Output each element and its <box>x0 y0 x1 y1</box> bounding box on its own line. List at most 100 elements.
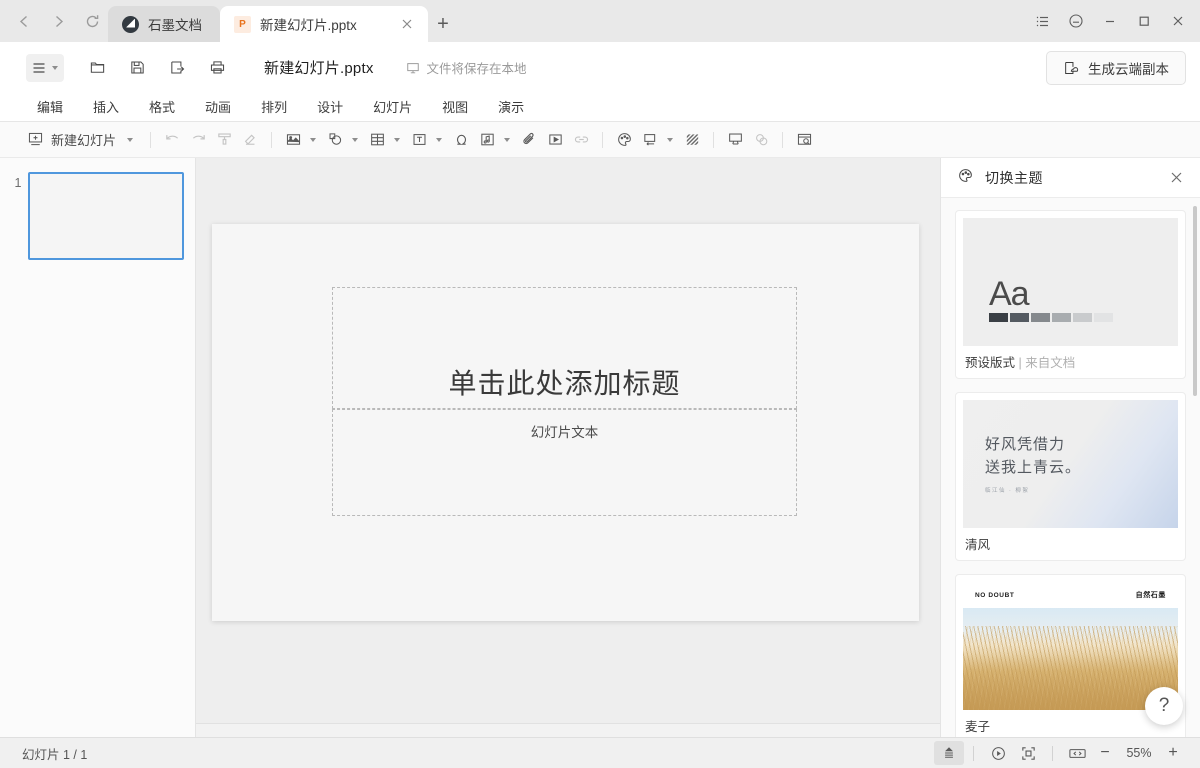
theme-sample-text: Aa <box>989 279 1178 310</box>
menu-bar: 编辑 插入 格式 动画 排列 设计 幻灯片 视图 演示 <box>0 94 1200 122</box>
zoom-in-button[interactable]: + <box>1160 741 1186 765</box>
chevron-down-icon[interactable] <box>667 138 673 142</box>
theme-card-qingfeng[interactable]: 好风凭借力 送我上青云。 临江仙 · 柳絮 清风 <box>955 392 1186 561</box>
minimize-button[interactable] <box>1094 5 1126 37</box>
cloud-export-icon <box>1063 60 1079 76</box>
menu-item-insert[interactable]: 插入 <box>78 94 134 122</box>
audio-icon[interactable] <box>474 127 500 153</box>
format-painter-icon[interactable] <box>211 127 237 153</box>
menu-item-arrange[interactable]: 排列 <box>246 94 302 122</box>
swatch <box>1010 313 1029 322</box>
theme-swatches <box>989 313 1178 322</box>
title-placeholder[interactable]: 单击此处添加标题 <box>332 287 797 409</box>
save-location-note: 文件将保存在本地 <box>406 58 527 77</box>
animation-icon[interactable] <box>748 127 774 153</box>
help-button[interactable]: ? <box>1145 687 1183 725</box>
browser-title-bar: 石墨文档 P 新建幻灯片.pptx + <box>0 0 1200 42</box>
menu-item-format[interactable]: 格式 <box>134 94 190 122</box>
menu-item-animation[interactable]: 动画 <box>190 94 246 122</box>
attachment-icon[interactable] <box>516 127 542 153</box>
chevron-down-icon[interactable] <box>504 138 510 142</box>
fit-width-icon[interactable] <box>1062 741 1092 765</box>
theme-preview: NO DOUBT 自然石墨 <box>963 582 1178 710</box>
palette-icon[interactable] <box>611 127 637 153</box>
slide-thumbnail[interactable] <box>28 172 184 260</box>
close-panel-icon[interactable] <box>1166 168 1186 188</box>
undo-icon[interactable] <box>159 127 185 153</box>
video-icon[interactable] <box>542 127 568 153</box>
theme-panel-scrollbar[interactable] <box>1193 206 1197 396</box>
tab-shimo-home[interactable]: 石墨文档 <box>108 6 220 42</box>
account-icon[interactable] <box>1060 5 1092 37</box>
canvas-viewport: 单击此处添加标题 幻灯片文本 <box>196 158 940 737</box>
close-button[interactable] <box>1162 5 1194 37</box>
generate-cloud-copy-button[interactable]: 生成云端副本 <box>1046 51 1186 85</box>
slide-list-item[interactable]: 1 <box>0 172 195 260</box>
redo-icon[interactable] <box>185 127 211 153</box>
fullscreen-icon[interactable] <box>1013 741 1043 765</box>
save-icon[interactable] <box>122 54 152 82</box>
editor-body: 1 单击此处添加标题 幻灯片文本 <box>0 158 1200 737</box>
chevron-down-icon <box>52 66 58 70</box>
theme-panel-header: 切换主题 <box>941 158 1200 198</box>
notes-icon[interactable] <box>934 741 964 765</box>
theme-list[interactable]: Aa 预设版式 | 来自文档 <box>941 198 1200 737</box>
presenter-icon[interactable] <box>722 127 748 153</box>
image-icon[interactable] <box>280 127 306 153</box>
chevron-down-icon[interactable] <box>352 138 358 142</box>
tab-list-icon[interactable] <box>1026 5 1058 37</box>
tab-pptx-document[interactable]: P 新建幻灯片.pptx <box>220 6 428 42</box>
chevron-down-icon[interactable] <box>394 138 400 142</box>
print-icon[interactable] <box>202 54 232 82</box>
theme-source-text: | 来自文档 <box>1015 356 1075 370</box>
omega-symbol-icon[interactable] <box>448 127 474 153</box>
window-controls <box>1026 0 1200 42</box>
chevron-down-icon[interactable] <box>310 138 316 142</box>
tab-close-icon[interactable] <box>398 15 416 33</box>
save-note-text: 文件将保存在本地 <box>427 58 527 77</box>
clear-format-icon[interactable] <box>237 127 263 153</box>
menu-item-present[interactable]: 演示 <box>483 94 539 122</box>
body-placeholder-text: 幻灯片文本 <box>531 410 599 441</box>
textbox-icon[interactable] <box>406 127 432 153</box>
menu-item-slideshow[interactable]: 幻灯片 <box>358 94 427 122</box>
toolbar-divider <box>713 132 714 148</box>
new-slide-button[interactable]: 新建幻灯片 <box>22 127 142 153</box>
back-icon[interactable] <box>8 5 40 37</box>
zoom-level-value[interactable]: 55% <box>1118 746 1160 760</box>
body-placeholder[interactable]: 幻灯片文本 <box>332 409 797 516</box>
hatch-pattern-icon[interactable] <box>679 127 705 153</box>
zoom-out-button[interactable]: − <box>1092 741 1118 765</box>
smartart-icon[interactable] <box>637 127 663 153</box>
slide-search-icon[interactable] <box>791 127 817 153</box>
status-divider <box>973 746 974 761</box>
active-slide[interactable]: 单击此处添加标题 幻灯片文本 <box>212 224 919 621</box>
palette-icon <box>957 167 974 189</box>
play-icon[interactable] <box>983 741 1013 765</box>
toolbar-divider <box>150 132 151 148</box>
link-icon[interactable] <box>568 127 594 153</box>
theme-header-right: 自然石墨 <box>1136 590 1166 600</box>
menu-item-edit[interactable]: 编辑 <box>22 94 78 122</box>
table-icon[interactable] <box>364 127 390 153</box>
reload-icon[interactable] <box>76 5 108 37</box>
toolbar-divider <box>782 132 783 148</box>
chevron-down-icon[interactable] <box>127 138 133 142</box>
maximize-button[interactable] <box>1128 5 1160 37</box>
chevron-down-icon[interactable] <box>436 138 442 142</box>
canvas-horizontal-scrollbar[interactable] <box>196 723 940 737</box>
new-tab-button[interactable]: + <box>428 6 458 42</box>
theme-name-text: 麦子 <box>965 720 990 734</box>
slide-number: 1 <box>8 172 28 190</box>
menu-item-view[interactable]: 视图 <box>427 94 483 122</box>
open-folder-icon[interactable] <box>82 54 112 82</box>
export-icon[interactable] <box>162 54 192 82</box>
forward-icon[interactable] <box>42 5 74 37</box>
shape-icon[interactable] <box>322 127 348 153</box>
document-title[interactable]: 新建幻灯片.pptx <box>264 57 374 78</box>
navigation-buttons <box>0 0 108 42</box>
hamburger-menu-icon[interactable] <box>26 54 64 82</box>
menu-item-design[interactable]: 设计 <box>302 94 358 122</box>
swatch <box>1052 313 1071 322</box>
theme-card-preset[interactable]: Aa 预设版式 | 来自文档 <box>955 210 1186 379</box>
